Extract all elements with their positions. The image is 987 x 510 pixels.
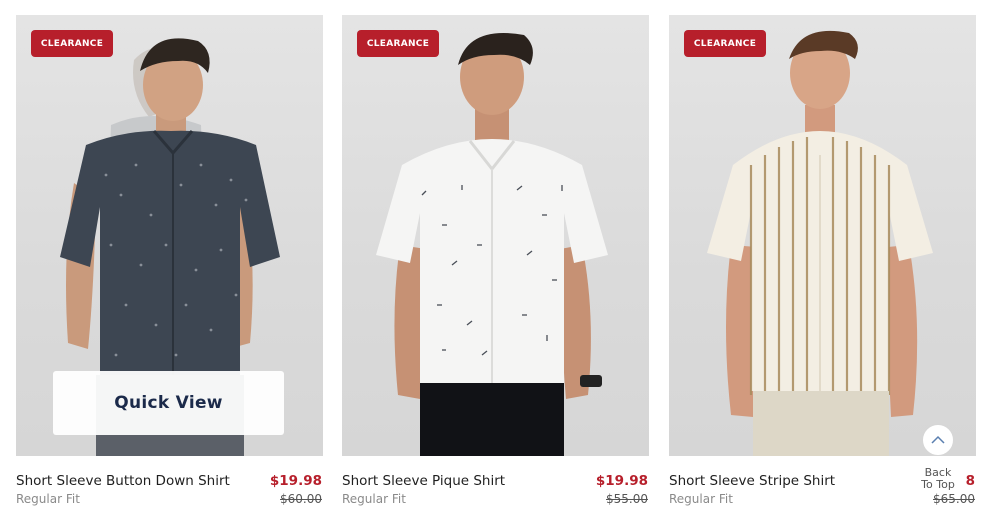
model-illustration xyxy=(707,30,933,456)
product-image[interactable]: CLEARANCE xyxy=(342,15,649,456)
product-image[interactable]: CLEARANCE xyxy=(669,15,976,456)
quick-view-button[interactable]: Quick View xyxy=(53,371,284,435)
product-grid: CLEARANCE Quick View Short Sleeve Button… xyxy=(16,15,976,510)
product-name[interactable]: Short Sleeve Button Down Shirt xyxy=(16,473,230,489)
model-illustration xyxy=(376,33,608,456)
sale-price: $19.98 xyxy=(595,473,648,489)
sale-price: 8 xyxy=(965,473,975,489)
original-price: $60.00 xyxy=(280,492,322,506)
clearance-badge: CLEARANCE xyxy=(31,30,113,57)
product-fit: Regular Fit xyxy=(16,492,80,506)
product-fit: Regular Fit xyxy=(669,492,733,506)
product-fit: Regular Fit xyxy=(342,492,406,506)
product-name[interactable]: Short Sleeve Stripe Shirt xyxy=(669,473,835,489)
product-image[interactable]: CLEARANCE Quick View xyxy=(16,15,323,456)
chevron-up-icon xyxy=(922,424,954,456)
product-card: CLEARANCE Quick View Short Sleeve Button… xyxy=(16,15,323,510)
back-to-top-line2: To Top xyxy=(921,478,955,491)
original-price: $65.00 xyxy=(933,492,975,506)
clearance-badge: CLEARANCE xyxy=(684,30,766,57)
sale-price: $19.98 xyxy=(269,473,322,489)
original-price: $55.00 xyxy=(606,492,648,506)
clearance-badge: CLEARANCE xyxy=(357,30,439,57)
product-name[interactable]: Short Sleeve Pique Shirt xyxy=(342,473,505,489)
back-to-top-label: Back To Top xyxy=(913,467,963,491)
product-card: CLEARANCE Short Sleeve Pique Shirt Regul… xyxy=(342,15,649,510)
back-to-top-button[interactable]: Back To Top xyxy=(913,424,967,494)
